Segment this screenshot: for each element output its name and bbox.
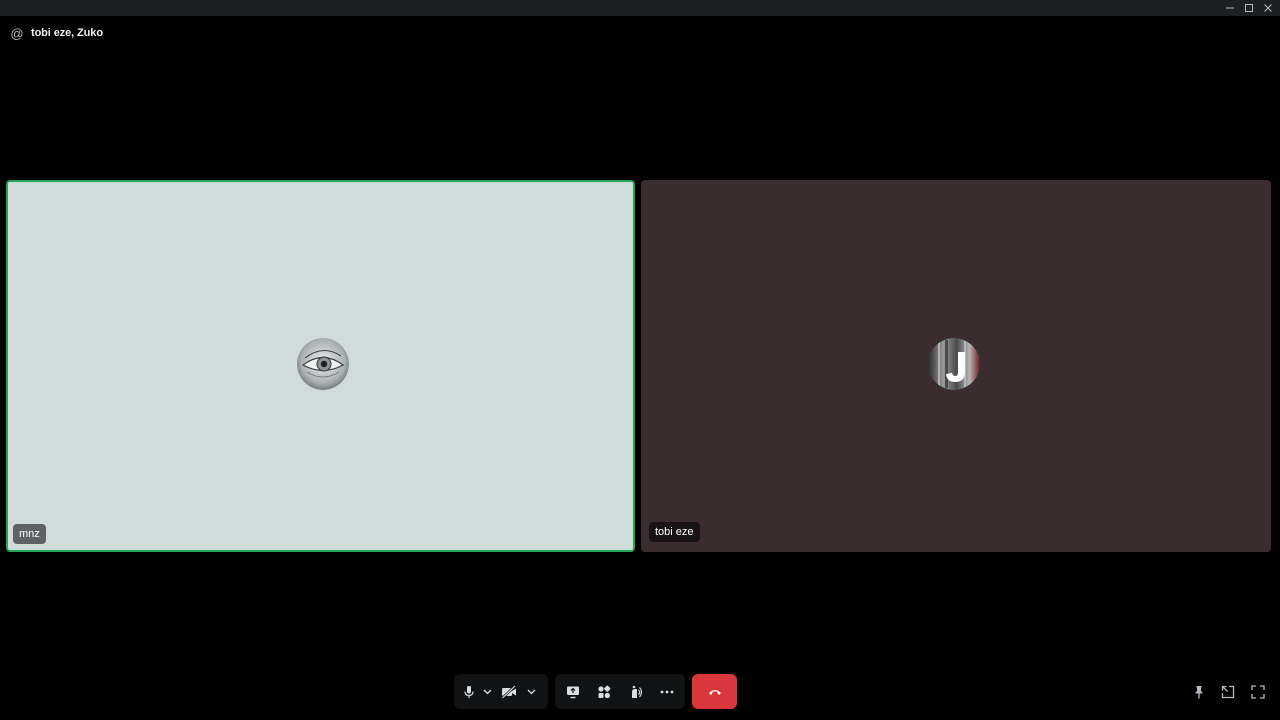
participant-tile-tobi-eze[interactable]: tobi eze [641,180,1271,552]
action-controls [555,674,685,709]
more-icon[interactable] [652,677,684,707]
window-titlebar [0,0,1280,16]
pin-icon[interactable] [1189,682,1209,702]
soundboard-icon[interactable] [620,677,652,707]
chevron-down-icon[interactable] [524,677,538,707]
chevron-down-icon[interactable] [480,677,494,707]
call-header: @ tobi eze, Zuko [10,25,103,41]
channel-title[interactable]: tobi eze, Zuko [31,27,103,39]
close-icon[interactable] [1259,0,1277,16]
participant-name-tag: mnz [13,524,46,544]
maximize-icon[interactable] [1240,0,1258,16]
screen-share-icon[interactable] [557,677,589,707]
participant-tile-mnz[interactable]: mnz [6,180,635,552]
eye-avatar [297,338,349,390]
activities-icon[interactable] [589,677,621,707]
participant-name-tag: tobi eze [649,522,700,542]
popout-icon[interactable] [1218,682,1238,702]
camera-off-icon[interactable] [494,677,524,707]
letter-j-avatar [928,338,980,390]
hangup-button[interactable] [692,674,737,709]
media-controls [454,674,548,709]
hangup-icon [708,689,721,695]
audio-video-group [454,674,548,709]
fullscreen-icon[interactable] [1248,682,1268,702]
microphone-icon[interactable] [458,677,480,707]
at-icon: @ [10,25,24,41]
minimize-icon[interactable] [1221,0,1239,16]
actions-group [555,674,685,709]
